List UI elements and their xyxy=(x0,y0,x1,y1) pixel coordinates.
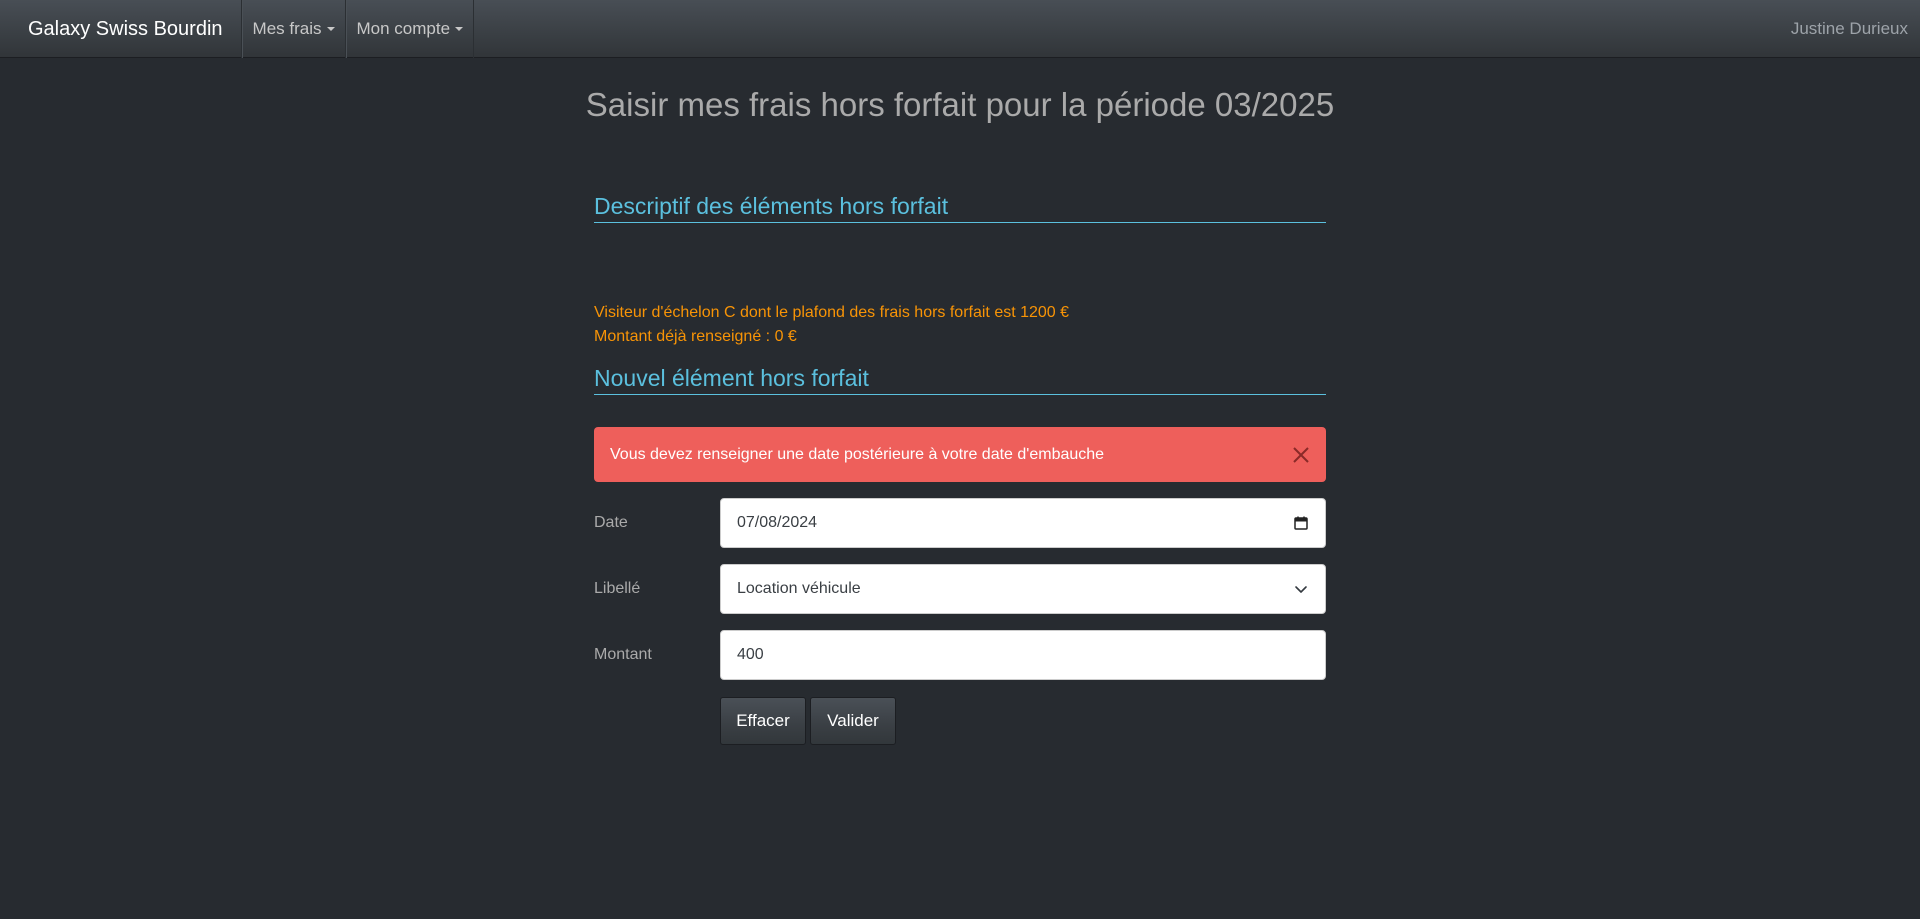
menu-mon-compte-label: Mon compte xyxy=(356,19,451,38)
montant-input[interactable]: 400 xyxy=(720,630,1326,680)
libelle-label: Libellé xyxy=(594,580,641,597)
valider-button[interactable]: Valider xyxy=(810,697,896,745)
date-label: Date xyxy=(594,514,628,531)
libelle-select[interactable]: Location véhicule xyxy=(720,564,1326,614)
menu-mes-frais[interactable]: Mes frais xyxy=(241,0,346,58)
chevron-down-icon xyxy=(1295,586,1307,593)
navbar: Galaxy Swiss Bourdin Mes frais Mon compt… xyxy=(0,0,1920,58)
libelle-value: Location véhicule xyxy=(737,580,861,597)
plafond-info: Visiteur d'échelon C dont le plafond des… xyxy=(594,304,1070,321)
date-value: 07/08/2024 xyxy=(737,514,818,531)
user-name: Justine Durieux xyxy=(1790,18,1908,38)
page-title: Saisir mes frais hors forfait pour la pé… xyxy=(585,86,1335,123)
caret-down-icon xyxy=(326,27,335,31)
brand-link[interactable]: Galaxy Swiss Bourdin xyxy=(0,0,242,58)
section-title-nouvel-element: Nouvel élément hors forfait xyxy=(594,365,1326,395)
montant-value: 400 xyxy=(737,646,764,663)
menu-mes-frais-label: Mes frais xyxy=(252,19,322,38)
error-alert: Vous devez renseigner une date postérieu… xyxy=(594,427,1326,482)
menu-mon-compte[interactable]: Mon compte xyxy=(345,0,475,58)
calendar-icon[interactable] xyxy=(1293,515,1309,531)
montant-label: Montant xyxy=(594,646,652,663)
montant-deja-renseigne: Montant déjà renseigné : 0 € xyxy=(594,328,797,345)
close-icon[interactable] xyxy=(1290,444,1312,466)
effacer-button[interactable]: Effacer xyxy=(720,697,806,745)
alert-message: Vous devez renseigner une date postérieu… xyxy=(610,445,1105,463)
date-input[interactable]: 07/08/2024 xyxy=(720,498,1326,548)
caret-down-icon xyxy=(455,27,464,31)
section-title-descriptif: Descriptif des éléments hors forfait xyxy=(594,193,1326,223)
